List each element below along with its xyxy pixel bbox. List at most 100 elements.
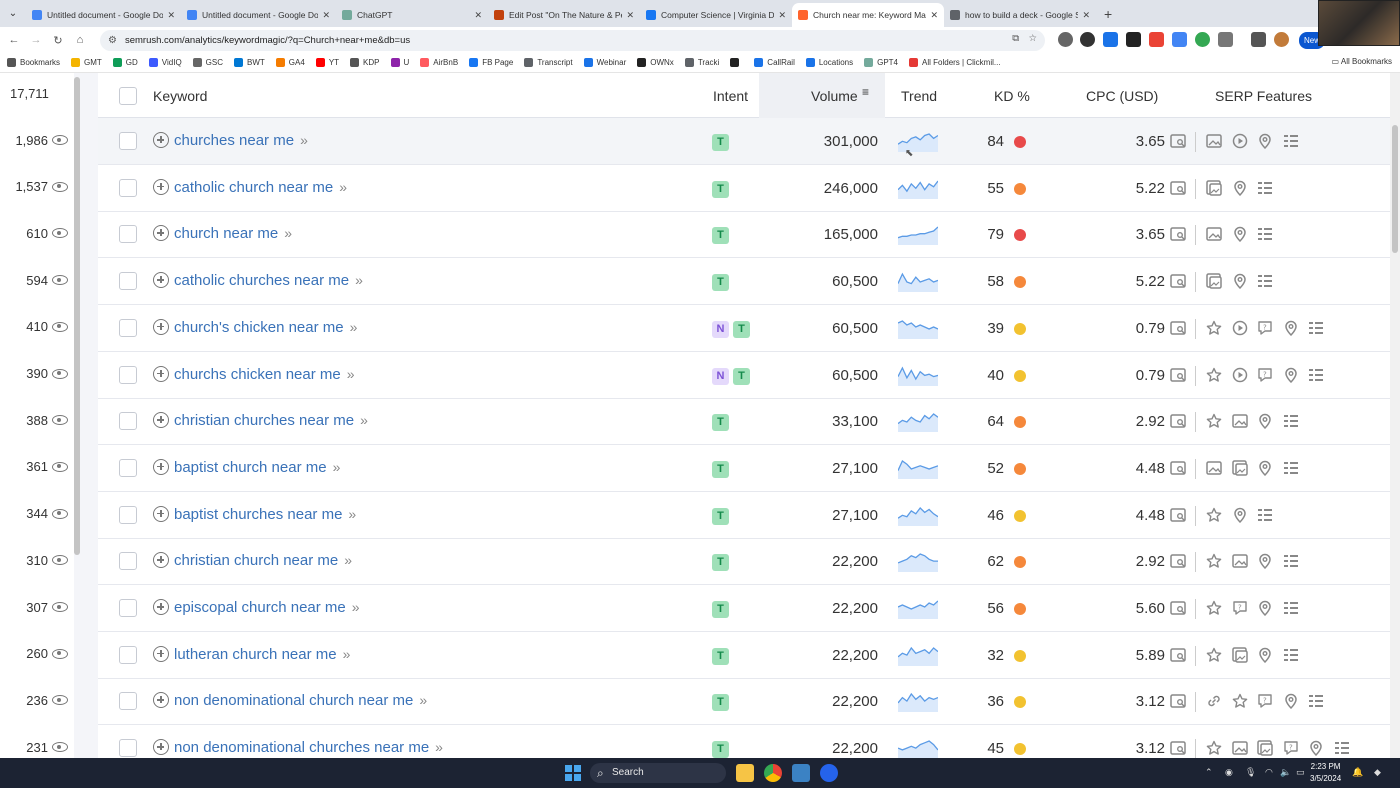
related-count[interactable]: 344 — [0, 504, 74, 524]
extension-icon[interactable] — [1172, 32, 1187, 47]
keyword-details-chevron-icon[interactable]: » — [352, 599, 360, 615]
tab-close-icon[interactable]: ✕ — [930, 10, 938, 21]
related-count[interactable]: 231 — [0, 737, 74, 757]
view-serp-icon[interactable] — [1170, 226, 1186, 242]
eye-icon[interactable] — [52, 555, 68, 566]
profile-avatar[interactable] — [1274, 32, 1289, 47]
keyword-details-chevron-icon[interactable]: » — [435, 739, 443, 755]
bookmark-item[interactable]: FB Page — [469, 58, 513, 67]
reload-icon[interactable]: ↻ — [47, 34, 69, 47]
tab-close-icon[interactable]: ✕ — [778, 10, 786, 21]
bookmark-item[interactable]: YT — [315, 58, 339, 67]
row-checkbox[interactable] — [119, 692, 137, 711]
header-intent[interactable]: Intent — [713, 88, 748, 104]
notepad-icon[interactable] — [792, 764, 810, 782]
side-panel-icon[interactable] — [1251, 32, 1266, 47]
eye-icon[interactable] — [52, 695, 68, 706]
keyword-details-chevron-icon[interactable]: » — [339, 179, 347, 195]
view-serp-icon[interactable] — [1170, 507, 1186, 523]
bookmark-item[interactable]: All Folders | Clickmil... — [909, 58, 1001, 67]
related-count[interactable]: 310 — [0, 550, 74, 570]
keyword-link[interactable]: church's chicken near me » — [174, 319, 358, 336]
row-checkbox[interactable] — [119, 505, 137, 524]
add-to-list-icon[interactable] — [153, 739, 169, 756]
keyword-link[interactable]: catholic churches near me » — [174, 272, 363, 289]
bookmark-item[interactable]: Bookmarks — [7, 58, 60, 67]
keyword-link[interactable]: christian churches near me » — [174, 412, 368, 429]
eye-icon[interactable] — [52, 602, 68, 612]
add-to-list-icon[interactable] — [153, 225, 169, 242]
copilot-icon[interactable]: ◆ — [1374, 767, 1381, 778]
table-scrollbar[interactable] — [1390, 73, 1400, 758]
eye-icon[interactable] — [52, 275, 68, 286]
bookmark-item[interactable]: GMT — [71, 58, 102, 67]
keyword-link[interactable]: churchs chicken near me » — [174, 366, 354, 383]
view-serp-icon[interactable] — [1170, 553, 1186, 569]
bookmark-star-icon[interactable]: ☆ — [1028, 33, 1037, 44]
keyword-details-chevron-icon[interactable]: » — [419, 692, 427, 708]
keyword-link[interactable]: non denominational church near me » — [174, 692, 427, 709]
install-icon[interactable]: ⧉ — [1012, 33, 1019, 44]
back-arrow-icon[interactable]: ← — [3, 34, 25, 46]
keyword-details-chevron-icon[interactable]: » — [350, 319, 358, 335]
keyword-link[interactable]: christian church near me » — [174, 552, 352, 569]
bookmark-item[interactable]: AirBnB — [420, 58, 458, 67]
home-icon[interactable]: ⌂ — [69, 34, 91, 46]
tray-chevron-icon[interactable]: ⌃ — [1205, 767, 1213, 778]
view-serp-icon[interactable] — [1170, 367, 1186, 383]
taskbar-search[interactable]: Search — [590, 763, 726, 783]
sort-desc-icon[interactable]: ≡ — [862, 86, 869, 98]
bookmark-item[interactable]: Webinar — [583, 58, 626, 67]
keyword-link[interactable]: catholic church near me » — [174, 179, 347, 196]
eye-icon[interactable] — [52, 742, 68, 753]
tab-close-icon[interactable]: ✕ — [167, 10, 175, 21]
add-to-list-icon[interactable] — [153, 505, 169, 522]
battery-icon[interactable]: ▭ — [1296, 767, 1305, 778]
eye-icon[interactable] — [52, 368, 68, 379]
bookmark-item[interactable]: KDP — [350, 58, 380, 67]
all-bookmarks-folder[interactable]: ▭ All Bookmarks — [1332, 57, 1392, 66]
view-serp-icon[interactable] — [1170, 133, 1186, 149]
eye-icon[interactable] — [52, 228, 68, 239]
keyword-link[interactable]: episcopal church near me » — [174, 599, 360, 616]
url-field[interactable]: ⚙ semrush.com/analytics/keywordmagic/?q=… — [100, 30, 1045, 51]
related-count[interactable]: 390 — [0, 364, 74, 384]
row-checkbox[interactable] — [119, 318, 137, 337]
view-serp-icon[interactable] — [1170, 647, 1186, 663]
bookmark-item[interactable]: Transcript — [524, 58, 573, 67]
extension-icon[interactable] — [1103, 32, 1118, 47]
keyword-details-chevron-icon[interactable]: » — [348, 506, 356, 522]
extension-icon[interactable] — [1126, 32, 1141, 47]
forward-arrow-icon[interactable]: → — [25, 34, 47, 46]
tab-close-icon[interactable]: ✕ — [322, 10, 330, 21]
add-to-list-icon[interactable] — [153, 552, 169, 569]
view-serp-icon[interactable] — [1170, 693, 1186, 709]
windows-start-icon[interactable] — [565, 765, 581, 781]
scrollbar-thumb[interactable] — [1392, 125, 1398, 253]
add-to-list-icon[interactable] — [153, 599, 169, 615]
browser-tab[interactable]: Untitled document - Google Do ✕ — [181, 3, 336, 27]
related-count[interactable]: 594 — [0, 270, 74, 290]
keyword-link[interactable]: lutheran church near me » — [174, 646, 350, 663]
bookmark-item[interactable]: GA4 — [275, 58, 305, 67]
related-count[interactable]: 1,537 — [0, 177, 74, 197]
eye-icon[interactable] — [52, 135, 68, 145]
row-checkbox[interactable] — [119, 412, 137, 431]
row-checkbox[interactable] — [119, 272, 137, 291]
browser-tab[interactable]: Computer Science | Virginia De ✕ — [640, 3, 792, 27]
bookmark-item[interactable]: GPT4 — [864, 58, 898, 67]
header-cpc[interactable]: CPC (USD) — [1086, 88, 1158, 104]
header-volume[interactable]: Volume — [811, 88, 858, 104]
keyword-details-chevron-icon[interactable]: » — [355, 272, 363, 288]
row-checkbox[interactable] — [119, 178, 137, 197]
related-count[interactable]: 260 — [0, 644, 74, 664]
header-trend[interactable]: Trend — [901, 88, 937, 104]
eye-icon[interactable] — [52, 508, 68, 519]
add-to-list-icon[interactable] — [153, 178, 169, 195]
bookmark-item[interactable] — [730, 58, 743, 67]
eye-icon[interactable] — [52, 461, 68, 472]
related-count[interactable]: 610 — [0, 223, 74, 243]
add-to-list-icon[interactable] — [153, 412, 169, 429]
row-checkbox[interactable] — [119, 739, 137, 758]
view-serp-icon[interactable] — [1170, 180, 1186, 196]
